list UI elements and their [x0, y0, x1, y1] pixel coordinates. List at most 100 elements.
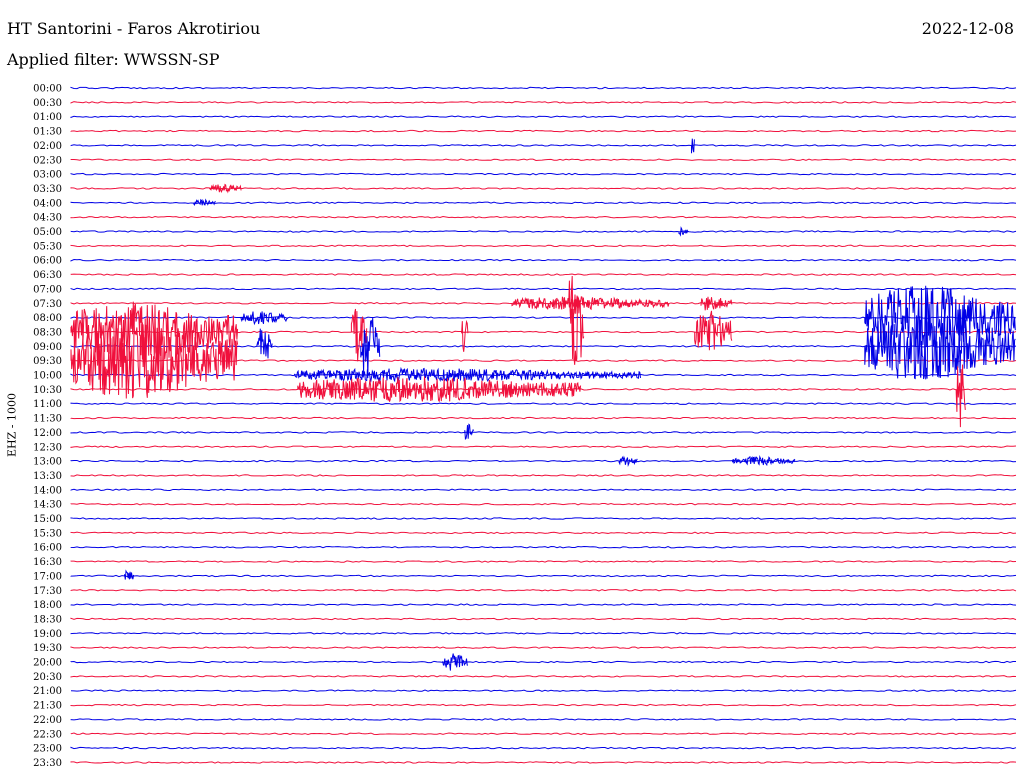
trace-line [70, 589, 1017, 592]
trace-line [70, 617, 1017, 621]
trace-line [70, 416, 1017, 420]
trace-line [70, 675, 1017, 678]
time-label: 01:30 [33, 127, 62, 138]
time-label: 23:00 [33, 744, 62, 755]
helicorder-plot: 00:00 00:30 01:00 01:30 02:00 02:30 03:00 03:30… [33, 84, 1017, 769]
seismic-event [256, 328, 273, 359]
seismic-event [124, 569, 135, 580]
time-label: 17:00 [33, 571, 62, 582]
trace-line [70, 86, 1017, 90]
time-label: 07:30 [33, 299, 62, 310]
time-label: 09:30 [33, 356, 62, 367]
seismic-event [193, 198, 216, 206]
time-label: 04:00 [33, 198, 62, 209]
trace-line [70, 115, 1017, 119]
trace-line [70, 660, 1017, 664]
time-label: 07:00 [33, 284, 62, 295]
time-label: 03:00 [33, 170, 62, 181]
trace-line [70, 144, 1017, 147]
seismic-event [691, 138, 695, 154]
time-label: 17:30 [33, 586, 62, 597]
time-label: 01:00 [33, 112, 62, 123]
time-label: 20:30 [33, 672, 62, 683]
trace-line [70, 172, 1017, 176]
time-label: 04:30 [33, 213, 62, 224]
trace-line [70, 215, 1017, 219]
trace-line [70, 402, 1016, 405]
time-label: 08:00 [33, 313, 62, 324]
trace-line [70, 459, 1017, 463]
trace-line [70, 431, 1017, 434]
time-label: 16:30 [33, 557, 62, 568]
trace-line [70, 488, 1017, 492]
time-label: 21:00 [33, 686, 62, 697]
trace-group [70, 86, 1017, 764]
time-label: 00:30 [33, 98, 62, 109]
time-label: 02:30 [33, 155, 62, 166]
seismic-event [442, 653, 468, 671]
trace-line [70, 273, 1017, 276]
trace-line [70, 316, 1017, 319]
time-label: 12:30 [33, 442, 62, 453]
time-labels: 00:00 00:30 01:00 01:30 02:00 02:30 03:00 03:30… [33, 84, 62, 769]
time-label: 21:30 [33, 701, 62, 712]
time-label: 13:00 [33, 457, 62, 468]
time-label: 09:00 [33, 342, 62, 353]
time-label: 06:00 [33, 256, 62, 267]
trace-line [70, 258, 1017, 262]
time-label: 14:30 [33, 500, 62, 511]
time-label: 23:30 [33, 758, 62, 769]
time-label: 05:00 [33, 227, 62, 238]
time-label: 10:30 [33, 385, 62, 396]
time-label: 12:00 [33, 428, 62, 439]
time-label: 19:00 [33, 629, 62, 640]
trace-line [70, 445, 1017, 448]
trace-line [70, 732, 1017, 735]
trace-line [70, 244, 1017, 248]
time-label: 22:30 [33, 729, 62, 740]
trace-line [70, 517, 1017, 520]
trace-line [70, 158, 1017, 161]
time-label: 13:30 [33, 471, 62, 482]
time-label: 11:30 [33, 414, 62, 425]
time-label: 05:30 [33, 241, 62, 252]
trace-line [70, 746, 1017, 750]
trace-line [70, 545, 1017, 549]
trace-line [70, 603, 1017, 606]
trace-line [70, 129, 1017, 133]
time-label: 03:30 [33, 184, 62, 195]
time-label: 16:00 [33, 543, 62, 554]
time-label: 22:00 [33, 715, 62, 726]
seismic-event [694, 310, 733, 351]
time-label: 02:00 [33, 141, 62, 152]
trace-line [70, 560, 1017, 563]
time-label: 08:30 [33, 327, 62, 338]
trace-line [70, 574, 1017, 578]
trace-line [70, 646, 1017, 649]
trace-line [70, 703, 1017, 707]
trace-line [70, 230, 1017, 233]
trace-line [70, 287, 1017, 291]
trace-line [70, 761, 1017, 764]
seismic-event [360, 317, 381, 379]
time-label: 15:30 [33, 528, 62, 539]
time-label: 06:30 [33, 270, 62, 281]
seismic-event [464, 423, 475, 441]
trace-line [70, 474, 1017, 477]
time-label: 11:00 [33, 399, 62, 410]
trace-line [70, 689, 1017, 692]
time-label: 18:30 [33, 614, 62, 625]
seismic-event [678, 226, 689, 237]
trace-line [70, 531, 1017, 535]
trace-line [70, 101, 1017, 104]
time-label: 00:00 [33, 84, 62, 95]
time-label: 10:00 [33, 371, 62, 382]
trace-line [70, 502, 1017, 506]
time-label: 19:30 [33, 643, 62, 654]
time-label: 15:00 [33, 514, 62, 525]
time-label: 14:00 [33, 485, 62, 496]
trace-line [70, 632, 1017, 635]
trace-line [70, 718, 1017, 721]
time-label: 20:00 [33, 658, 62, 669]
time-label: 18:00 [33, 600, 62, 611]
